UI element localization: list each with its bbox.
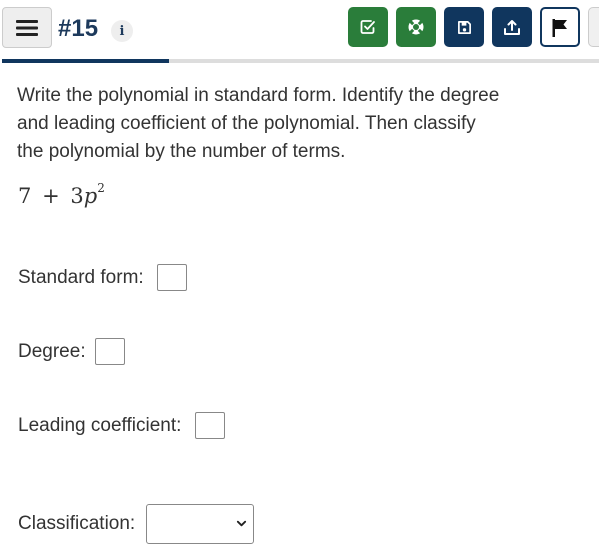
upload-icon xyxy=(504,19,520,35)
expression-constant: 7 xyxy=(18,184,32,208)
expression-variable: p xyxy=(83,184,98,208)
hamburger-menu-icon xyxy=(16,19,38,36)
prompt-line: the polynomial by the number of terms. xyxy=(17,141,346,162)
check-square-icon xyxy=(360,20,375,34)
lifebuoy-icon xyxy=(408,19,424,35)
expression-operator: + xyxy=(42,184,60,208)
check-answer-button[interactable] xyxy=(348,7,388,47)
flag-icon xyxy=(552,18,567,37)
expression-exponent: 2 xyxy=(97,181,105,195)
question-number: #15 xyxy=(58,15,99,42)
question-prompt: Write the polynomial in standard form. I… xyxy=(17,82,537,166)
overflow-button[interactable] xyxy=(588,7,599,47)
standard-form-input[interactable] xyxy=(157,264,187,291)
progress-track xyxy=(2,59,599,63)
progress-fill xyxy=(2,59,170,63)
prompt-line: Write the polynomial in standard form. I… xyxy=(17,85,500,106)
save-button[interactable] xyxy=(444,7,484,47)
classification-label: Classification: xyxy=(18,513,136,534)
menu-button[interactable] xyxy=(2,7,52,48)
flag-button[interactable] xyxy=(540,7,580,47)
header-bar: #15 i xyxy=(0,0,599,63)
leading-coefficient-label: Leading coefficient: xyxy=(18,415,182,436)
classification-select[interactable] xyxy=(146,504,254,544)
prompt-line: and leading coefficient of the polynomia… xyxy=(17,113,476,134)
degree-label: Degree: xyxy=(18,341,86,362)
chevron-down-icon xyxy=(236,520,247,527)
help-button[interactable] xyxy=(396,7,436,47)
submit-button[interactable] xyxy=(492,7,532,47)
polynomial-expression: 7 + 3p2 xyxy=(18,181,105,208)
save-icon xyxy=(457,20,471,34)
leading-coefficient-input[interactable] xyxy=(195,412,225,439)
expression-coefficient: 3 xyxy=(70,184,84,208)
standard-form-label: Standard form: xyxy=(18,267,144,288)
info-icon[interactable]: i xyxy=(111,20,133,42)
degree-input[interactable] xyxy=(95,338,125,365)
